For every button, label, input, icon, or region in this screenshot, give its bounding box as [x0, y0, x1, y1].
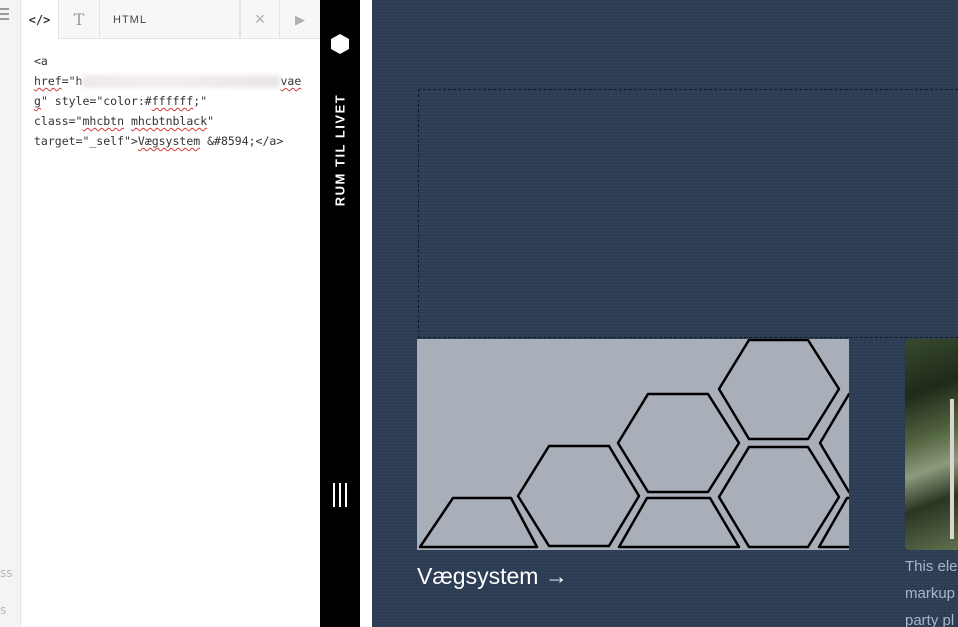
menu-icon[interactable]: [0, 8, 9, 22]
element-description: This ele markup party pl: [905, 553, 958, 627]
code-line: <a: [34, 51, 318, 71]
page-preview: Vægsystem → This ele markup party pl: [372, 0, 958, 627]
left-rail: ss s: [0, 0, 21, 627]
code-token: " style="color:#: [40, 94, 152, 108]
site-title[interactable]: RUM TIL LIVET: [333, 94, 348, 206]
empty-placeholder-box[interactable]: [418, 89, 958, 338]
code-token: &#8594;</a>: [200, 134, 284, 148]
garden-photo: [905, 339, 958, 550]
hexagon-icon[interactable]: [330, 33, 350, 55]
code-line: g" style="color:#ffffff;": [34, 91, 318, 111]
code-line: class="mhcbtn mhcbtnblack": [34, 111, 318, 131]
code-token: <a: [34, 54, 48, 68]
code-token: g: [34, 94, 41, 108]
code-token: class=": [34, 114, 83, 128]
rail-fragment: ss: [0, 566, 13, 580]
code-token: ="h: [61, 74, 83, 88]
code-token: Vægsystem: [137, 134, 201, 148]
code-line: href="h vae: [34, 71, 318, 91]
editor-tabbar: </> T HTML × ▶: [21, 0, 320, 40]
divider: [360, 0, 372, 627]
code-token: href: [34, 74, 62, 88]
play-icon[interactable]: ▶: [280, 0, 320, 39]
code-token: mhcbtnblack: [130, 114, 208, 128]
code-token: mhcbtn: [82, 114, 125, 128]
code-icon[interactable]: </>: [21, 0, 59, 40]
code-token: ;": [193, 94, 208, 108]
code-token: vae: [280, 74, 302, 88]
code-line: target="_self">Vægsystem &#8594;</a>: [34, 131, 318, 151]
code-token: target="_self">: [34, 134, 138, 148]
html-tab-label[interactable]: HTML: [100, 0, 240, 39]
vaegsystem-link[interactable]: Vægsystem →: [417, 563, 568, 590]
close-icon[interactable]: ×: [240, 0, 280, 39]
desc-line: This ele: [905, 558, 958, 575]
site-side-bar: RUM TIL LIVET: [320, 0, 360, 627]
redacted-url: [82, 75, 281, 88]
desc-line: markup: [905, 585, 956, 602]
html-editor-panel: </> T HTML × ▶ <a href="h vae g" style="c…: [21, 0, 320, 627]
code-area[interactable]: <a href="h vae g" style="color:#ffffff;" …: [34, 51, 318, 151]
bars-icon[interactable]: [333, 483, 347, 507]
rail-fragment: s: [0, 603, 7, 617]
hexagon-wall-image[interactable]: [417, 339, 849, 550]
text-icon[interactable]: T: [59, 0, 100, 39]
code-token: ffffff: [151, 94, 194, 108]
desc-line: party pl: [905, 612, 955, 627]
code-token: ": [207, 114, 215, 128]
